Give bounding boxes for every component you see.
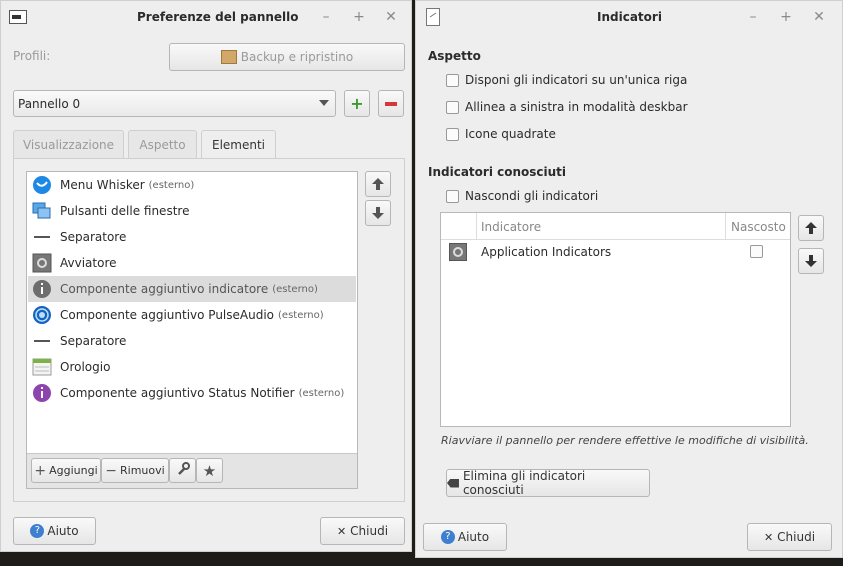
pulseaudio-icon bbox=[32, 305, 52, 325]
status-notifier-icon bbox=[32, 383, 52, 403]
move-up-button[interactable] bbox=[365, 171, 391, 197]
table-row[interactable]: Application Indicators bbox=[441, 240, 790, 264]
maximize-icon[interactable]: + bbox=[778, 9, 794, 25]
move-down-button[interactable] bbox=[365, 200, 391, 226]
plus-icon: + bbox=[34, 462, 47, 479]
titlebar[interactable]: Indicatori – + ✕ bbox=[416, 1, 842, 34]
panel-select[interactable]: Pannello 0 bbox=[13, 90, 336, 117]
list-item[interactable]: Componente aggiuntivo PulseAudio (esterno… bbox=[28, 302, 356, 328]
list-item[interactable]: Componente aggiuntivo Status Notifier (es… bbox=[28, 380, 356, 406]
column-header-indicator[interactable]: Indicatore bbox=[481, 220, 541, 234]
hidden-checkbox[interactable] bbox=[750, 245, 763, 258]
launcher-icon bbox=[32, 253, 52, 273]
list-item[interactable]: Menu Whisker (esterno) bbox=[28, 172, 356, 198]
separator-icon bbox=[32, 331, 52, 351]
arrow-up-icon bbox=[372, 178, 384, 190]
gear-icon bbox=[449, 243, 467, 261]
window-title: Preferenze del pannello bbox=[137, 10, 299, 24]
window-buttons-icon bbox=[32, 201, 52, 221]
move-up-button[interactable] bbox=[798, 215, 824, 241]
window-title: Indicatori bbox=[597, 10, 662, 24]
checkbox[interactable] bbox=[446, 127, 459, 141]
minus-icon: − bbox=[105, 462, 118, 479]
option-align-left[interactable]: Allinea a sinistra in modalità deskbar bbox=[446, 100, 688, 114]
appearance-heading: Aspetto bbox=[428, 49, 481, 63]
list-item[interactable]: Orologio bbox=[28, 354, 356, 380]
close-icon: ✕ bbox=[763, 530, 774, 544]
checkbox[interactable] bbox=[446, 100, 459, 114]
table-header: Indicatore Nascosto bbox=[441, 213, 790, 240]
help-icon: ? bbox=[440, 530, 455, 544]
titlebar[interactable]: Preferenze del pannello – + ✕ bbox=[1, 1, 411, 34]
about-item-button[interactable]: ★ bbox=[196, 458, 223, 483]
backup-restore-button[interactable]: Backup e ripristino bbox=[169, 43, 405, 71]
minimize-icon[interactable]: – bbox=[318, 9, 334, 25]
list-item[interactable]: Separatore bbox=[28, 224, 356, 250]
app-icon bbox=[426, 8, 440, 26]
tab-appearance[interactable]: Aspetto bbox=[128, 130, 197, 158]
remove-item-button[interactable]: − Rimuovi bbox=[101, 458, 169, 483]
panel-preferences-window: Preferenze del pannello – + ✕ Profili: B… bbox=[0, 0, 412, 552]
close-icon: ✕ bbox=[336, 524, 347, 538]
app-icon bbox=[9, 10, 27, 24]
clear-known-indicators-button[interactable]: Elimina gli indicatori conosciuti bbox=[446, 469, 650, 497]
arrow-down-icon bbox=[805, 255, 817, 267]
tab-items[interactable]: Elementi bbox=[201, 130, 276, 159]
whisker-menu-icon bbox=[32, 175, 52, 195]
close-icon[interactable]: ✕ bbox=[383, 9, 399, 25]
separator-icon bbox=[32, 227, 52, 247]
package-icon bbox=[220, 50, 237, 64]
help-button[interactable]: ? Aiuto bbox=[13, 517, 96, 545]
remove-panel-button[interactable] bbox=[378, 90, 404, 117]
list-toolbar: + Aggiungi − Rimuovi ★ bbox=[27, 453, 357, 488]
option-single-row[interactable]: Disponi gli indicatori su un'unica riga bbox=[446, 73, 687, 87]
wrench-icon bbox=[176, 462, 190, 479]
maximize-icon[interactable]: + bbox=[351, 9, 367, 25]
column-header-hidden[interactable]: Nascosto bbox=[731, 220, 786, 234]
add-panel-button[interactable]: + bbox=[344, 90, 370, 117]
arrow-down-icon bbox=[372, 207, 384, 219]
close-button[interactable]: ✕ Chiudi bbox=[747, 523, 832, 551]
backspace-icon bbox=[447, 478, 459, 488]
option-hide-indicators[interactable]: Nascondi gli indicatori bbox=[446, 189, 598, 203]
close-icon[interactable]: ✕ bbox=[811, 9, 827, 25]
checkbox[interactable] bbox=[446, 73, 459, 87]
list-item[interactable]: Avviatore bbox=[28, 250, 356, 276]
restart-note: Riavviare il pannello per rendere effett… bbox=[441, 434, 809, 447]
plus-icon: + bbox=[350, 94, 364, 113]
chevron-down-icon bbox=[319, 100, 329, 106]
minus-icon bbox=[385, 101, 397, 106]
indicators-window: Indicatori – + ✕ Aspetto Disponi gli ind… bbox=[415, 0, 843, 558]
known-indicators-heading: Indicatori conosciuti bbox=[428, 165, 567, 179]
items-list[interactable]: Menu Whisker (esterno) Pulsanti delle fin… bbox=[26, 171, 358, 489]
star-icon: ★ bbox=[202, 461, 217, 480]
option-square-icons[interactable]: Icone quadrate bbox=[446, 127, 556, 141]
help-button[interactable]: ? Aiuto bbox=[423, 523, 507, 551]
tab-display[interactable]: Visualizzazione bbox=[13, 130, 124, 158]
preferences-item-button[interactable] bbox=[169, 458, 196, 483]
add-item-button[interactable]: + Aggiungi bbox=[31, 458, 101, 483]
indicator-icon bbox=[32, 279, 52, 299]
list-item[interactable]: Separatore bbox=[28, 328, 356, 354]
move-down-button[interactable] bbox=[798, 248, 824, 274]
profiles-label: Profili: bbox=[13, 49, 51, 63]
indicators-table[interactable]: Indicatore Nascosto Application Indicato… bbox=[440, 212, 791, 427]
minimize-icon[interactable]: – bbox=[745, 9, 761, 25]
list-item[interactable]: Pulsanti delle finestre bbox=[28, 198, 356, 224]
help-icon: ? bbox=[30, 524, 45, 538]
arrow-up-icon bbox=[805, 222, 817, 234]
list-item[interactable]: Componente aggiuntivo indicatore (esterno… bbox=[28, 276, 356, 302]
checkbox[interactable] bbox=[446, 189, 459, 203]
close-button[interactable]: ✕ Chiudi bbox=[320, 517, 405, 545]
clock-icon bbox=[32, 357, 52, 377]
